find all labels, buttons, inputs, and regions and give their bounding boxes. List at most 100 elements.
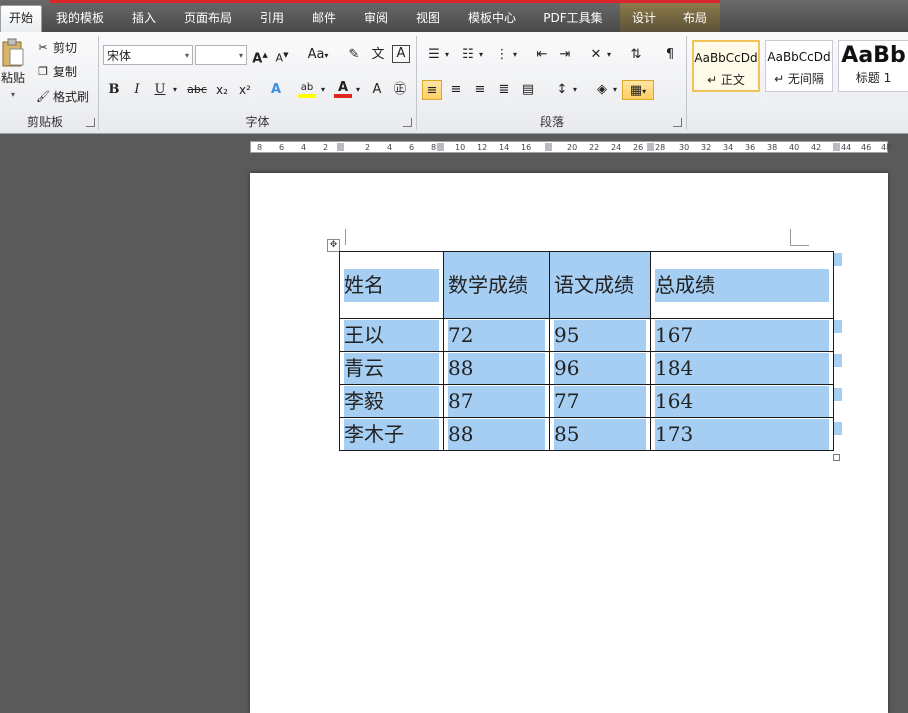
table-cell[interactable]: 167 — [650, 318, 834, 352]
paste-button[interactable]: 粘贴 ▾ — [0, 38, 26, 108]
ruler-tick-label: 4 — [387, 143, 393, 152]
style-heading-1[interactable]: AaBb 标题 1 — [838, 40, 908, 92]
table-cell[interactable]: 164 — [650, 384, 834, 418]
shrink-font-button[interactable]: A▼ — [272, 45, 292, 65]
line-spacing-icon[interactable]: ↕ — [552, 80, 572, 100]
multilevel-list-icon[interactable]: ⋮ — [492, 45, 512, 65]
decrease-indent-icon[interactable]: ⇤ — [532, 45, 552, 65]
sort-icon[interactable]: ⇅ — [626, 45, 646, 65]
tab-pdf-tools[interactable]: PDF工具集 — [534, 6, 612, 30]
table-resize-handle-icon[interactable] — [833, 454, 840, 461]
numbering-icon[interactable]: ☷ — [458, 45, 478, 65]
clear-format-icon[interactable]: ✎ — [344, 45, 364, 65]
ruler-column-marker[interactable] — [833, 143, 840, 151]
align-left-icon[interactable]: ≡ — [422, 80, 442, 100]
align-right-icon[interactable]: ≡ — [470, 80, 490, 100]
tab-my-templates[interactable]: 我的模板 — [46, 6, 114, 30]
shading-bucket-icon[interactable]: ◈ — [592, 80, 612, 100]
horizontal-ruler[interactable]: 8 6 4 2 2 4 6 8 10 12 14 16 20 22 24 26 28 30 32 34 36 38 40 42… — [250, 141, 891, 153]
bullets-icon[interactable]: ☰ — [424, 45, 444, 65]
tab-references[interactable]: 引用 — [250, 6, 294, 30]
style-no-spacing[interactable]: AaBbCcDd ↵ 无间隔 — [765, 40, 833, 92]
font-dialog-launcher-icon[interactable] — [403, 118, 412, 127]
grow-font-button[interactable]: A▲ — [250, 45, 270, 66]
tab-insert[interactable]: 插入 — [122, 6, 166, 30]
multilevel-dropdown-icon[interactable]: ▾ — [510, 45, 520, 65]
underline-button[interactable]: U — [150, 80, 170, 100]
cell-text: 李毅 — [344, 385, 439, 417]
copy-button[interactable]: ❐ 复制 — [36, 62, 77, 82]
ruler-column-marker[interactable] — [545, 143, 552, 151]
chinese-layout-icon[interactable]: ✕ — [586, 45, 606, 65]
show-marks-icon[interactable]: ¶ — [660, 45, 680, 65]
table-cell[interactable]: 173 — [650, 417, 834, 451]
table-header-cell[interactable]: 语文成绩 — [549, 251, 651, 319]
table-cell[interactable]: 77 — [549, 384, 651, 418]
table-cell[interactable]: 85 — [549, 417, 651, 451]
table-cell[interactable]: 72 — [443, 318, 550, 352]
table-cell[interactable]: 184 — [650, 351, 834, 385]
enclose-char-icon[interactable]: ㊣ — [390, 80, 410, 100]
tab-template-center[interactable]: 模板中心 — [460, 6, 524, 30]
paragraph-dialog-launcher-icon[interactable] — [673, 118, 682, 127]
font-color-dropdown-icon[interactable]: ▾ — [353, 80, 363, 100]
increase-indent-icon[interactable]: ⇥ — [555, 45, 575, 65]
strikethrough-button[interactable]: abc — [184, 80, 210, 100]
table-cell[interactable]: 96 — [549, 351, 651, 385]
chevron-down-icon[interactable]: ▾ — [185, 46, 189, 66]
change-case-button[interactable]: Aa▾ — [303, 45, 333, 65]
font-color-button[interactable]: A — [333, 78, 353, 98]
table-cell[interactable]: 87 — [443, 384, 550, 418]
tab-table-layout[interactable]: 布局 — [672, 6, 718, 30]
subscript-button[interactable]: x₂ — [212, 80, 232, 100]
ruler-column-marker[interactable] — [647, 143, 654, 151]
format-painter-button[interactable]: 🖌 格式刷 — [36, 87, 89, 107]
chinese-layout-dropdown-icon[interactable]: ▾ — [604, 45, 614, 65]
align-center-icon[interactable]: ≡ — [446, 80, 466, 100]
table-cell[interactable]: 88 — [443, 417, 550, 451]
italic-button[interactable]: I — [127, 80, 147, 100]
document-page[interactable]: ✥ 姓名 数学成绩 语文成绩 总成绩 王以 72 95 167 青云 88 96 184 李毅 8… — [250, 173, 888, 713]
text-effect-button[interactable]: A — [266, 80, 286, 100]
justify-icon[interactable]: ≣ — [494, 80, 514, 100]
table-cell[interactable]: 王以 — [339, 318, 444, 352]
table-cell[interactable]: 李毅 — [339, 384, 444, 418]
style-normal[interactable]: AaBbCcDd ↵ 正文 — [692, 40, 760, 92]
table-cell[interactable]: 95 — [549, 318, 651, 352]
underline-dropdown-icon[interactable]: ▾ — [170, 80, 180, 100]
cut-button[interactable]: ✂ 剪切 — [36, 38, 77, 58]
superscript-button[interactable]: x² — [235, 80, 255, 100]
char-border-button[interactable]: A — [392, 45, 410, 63]
table-cell[interactable]: 88 — [443, 351, 550, 385]
highlight-dropdown-icon[interactable]: ▾ — [318, 80, 328, 100]
chevron-down-icon[interactable]: ▾ — [239, 46, 243, 66]
borders-button[interactable]: ▦▾ — [622, 80, 654, 100]
font-name-combo[interactable]: 宋体 ▾ — [103, 45, 193, 65]
ruler-column-marker[interactable] — [337, 143, 344, 151]
tab-review[interactable]: 审阅 — [354, 6, 398, 30]
grades-table[interactable]: 姓名 数学成绩 语文成绩 总成绩 王以 72 95 167 青云 88 96 184 李毅 87 7… — [339, 251, 834, 451]
distribute-icon[interactable]: ▤ — [518, 80, 538, 100]
table-header-cell[interactable]: 总成绩 — [650, 251, 834, 319]
table-header-cell[interactable]: 数学成绩 — [443, 251, 550, 319]
numbering-dropdown-icon[interactable]: ▾ — [476, 45, 486, 65]
table-cell[interactable]: 青云 — [339, 351, 444, 385]
tab-home[interactable]: 开始 — [0, 5, 42, 33]
char-shading-button[interactable]: A — [367, 80, 387, 100]
clipboard-dialog-launcher-icon[interactable] — [86, 118, 95, 127]
table-cell[interactable]: 李木子 — [339, 417, 444, 451]
shading-dropdown-icon[interactable]: ▾ — [610, 80, 620, 100]
tab-view[interactable]: 视图 — [406, 6, 450, 30]
tab-page-layout[interactable]: 页面布局 — [176, 6, 240, 30]
tab-table-design[interactable]: 设计 — [622, 6, 666, 30]
bold-button[interactable]: B — [104, 80, 124, 100]
tab-mailings[interactable]: 邮件 — [302, 6, 346, 30]
bullets-dropdown-icon[interactable]: ▾ — [442, 45, 452, 65]
paste-dropdown-icon[interactable]: ▾ — [11, 88, 15, 102]
table-header-cell[interactable]: 姓名 — [339, 251, 444, 319]
ruler-column-marker[interactable] — [437, 143, 444, 151]
highlight-button[interactable]: ab — [296, 78, 318, 98]
font-size-combo[interactable]: ▾ — [195, 45, 247, 65]
line-spacing-dropdown-icon[interactable]: ▾ — [570, 80, 580, 100]
pinyin-guide-button[interactable]: 文 — [368, 45, 388, 65]
